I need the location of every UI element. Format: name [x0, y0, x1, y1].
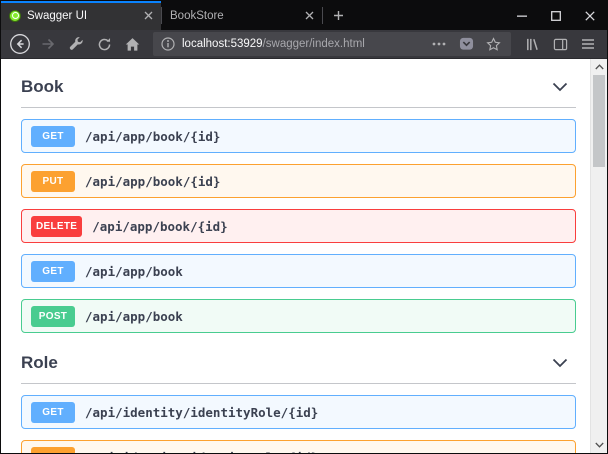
url-host: localhost:53929 [182, 38, 263, 50]
api-section: BookGET/api/app/book/{id}PUT/api/app/boo… [21, 71, 576, 333]
endpoint-path: /api/app/book/{id} [85, 174, 220, 189]
endpoint-path: /api/identity/identityRole/{id} [85, 450, 318, 454]
tab-swagger-ui[interactable]: Swagger UI [1, 1, 161, 30]
method-badge[interactable]: PUT [31, 447, 75, 454]
scrollbar-track[interactable] [591, 75, 607, 437]
swagger-favicon-icon [9, 10, 21, 22]
plus-icon [333, 10, 344, 21]
page-viewport: BookGET/api/app/book/{id}PUT/api/app/boo… [1, 59, 607, 453]
method-badge[interactable]: DELETE [31, 216, 82, 237]
pocket-icon [459, 37, 474, 51]
window-controls [505, 1, 607, 30]
titlebar: Swagger UI BookStore [1, 1, 607, 30]
browser-window: Swagger UI BookStore [0, 0, 608, 454]
bookmark-button[interactable] [483, 31, 503, 57]
endpoint-row[interactable]: GET/api/app/book [21, 254, 576, 288]
library-icon [525, 37, 540, 52]
endpoint-row[interactable]: PUT/api/app/book/{id} [21, 164, 576, 198]
vertical-scrollbar[interactable] [590, 59, 607, 453]
url-path: /swagger/index.html [263, 38, 365, 50]
page-actions-button[interactable] [429, 31, 449, 57]
wrench-icon [69, 37, 84, 52]
library-button[interactable] [519, 31, 545, 57]
minimize-icon [517, 11, 527, 21]
new-tab-button[interactable] [323, 1, 353, 30]
pocket-button[interactable] [456, 31, 476, 57]
api-section: RoleGET/api/identity/identityRole/{id}PU… [21, 347, 576, 453]
endpoint-list: GET/api/app/book/{id}PUT/api/app/book/{i… [21, 108, 576, 333]
section-title: Book [21, 77, 64, 97]
endpoint-path: /api/app/book [85, 264, 183, 279]
ellipsis-icon [432, 42, 446, 46]
method-badge[interactable]: GET [31, 261, 75, 282]
sidebar-icon [553, 37, 568, 52]
home-icon [125, 37, 140, 52]
forward-button[interactable] [35, 31, 61, 57]
minimize-button[interactable] [505, 1, 539, 30]
endpoint-path: /api/app/book/{id} [85, 129, 220, 144]
method-badge[interactable]: GET [31, 402, 75, 423]
endpoint-row[interactable]: DELETE/api/app/book/{id} [21, 209, 576, 243]
tab-close-icon[interactable] [144, 11, 153, 20]
chevron-down-icon[interactable] [552, 82, 568, 92]
hamburger-menu-icon [581, 38, 595, 50]
section-title: Role [21, 353, 58, 373]
wrench-button[interactable] [63, 31, 89, 57]
section-header[interactable]: Role [21, 347, 576, 384]
close-window-button[interactable] [573, 1, 607, 30]
maximize-button[interactable] [539, 1, 573, 30]
endpoint-list: GET/api/identity/identityRole/{id}PUT/ap… [21, 384, 576, 453]
tab-close-icon[interactable] [305, 11, 314, 20]
sidebar-button[interactable] [547, 31, 573, 57]
scrollbar-thumb[interactable] [593, 75, 605, 167]
swagger-page: BookGET/api/app/book/{id}PUT/api/app/boo… [1, 59, 590, 453]
home-button[interactable] [119, 31, 145, 57]
tab-title: BookStore [170, 10, 299, 22]
method-badge[interactable]: PUT [31, 171, 75, 192]
section-header[interactable]: Book [21, 71, 576, 108]
refresh-icon [97, 37, 112, 52]
endpoint-row[interactable]: PUT/api/identity/identityRole/{id} [21, 440, 576, 453]
endpoint-path: /api/app/book [85, 309, 183, 324]
info-icon[interactable] [161, 37, 175, 51]
endpoint-row[interactable]: GET/api/app/book/{id} [21, 119, 576, 153]
endpoint-path: /api/identity/identityRole/{id} [85, 405, 318, 420]
endpoint-row[interactable]: POST/api/app/book [21, 299, 576, 333]
tab-title: Swagger UI [27, 10, 138, 22]
tab-bookstore[interactable]: BookStore [162, 1, 322, 30]
scroll-up-button[interactable] [591, 59, 607, 75]
api-sections: BookGET/api/app/book/{id}PUT/api/app/boo… [21, 71, 576, 453]
url-text[interactable]: localhost:53929/swagger/index.html [182, 38, 422, 50]
back-icon [9, 33, 31, 55]
forward-icon [40, 36, 56, 52]
chevron-down-icon[interactable] [552, 358, 568, 368]
endpoint-path: /api/app/book/{id} [92, 219, 227, 234]
menu-button[interactable] [575, 31, 601, 57]
scroll-down-button[interactable] [591, 437, 607, 453]
scroll-up-icon [595, 64, 604, 70]
navigation-toolbar: localhost:53929/swagger/index.html [1, 30, 607, 59]
close-icon [585, 11, 595, 21]
method-badge[interactable]: POST [31, 306, 75, 327]
method-badge[interactable]: GET [31, 126, 75, 147]
star-icon [486, 37, 501, 52]
maximize-icon [551, 11, 561, 21]
endpoint-row[interactable]: GET/api/identity/identityRole/{id} [21, 395, 576, 429]
reload-button[interactable] [91, 31, 117, 57]
scroll-down-icon [595, 442, 604, 448]
back-button[interactable] [7, 31, 33, 57]
url-bar[interactable]: localhost:53929/swagger/index.html [153, 32, 511, 56]
